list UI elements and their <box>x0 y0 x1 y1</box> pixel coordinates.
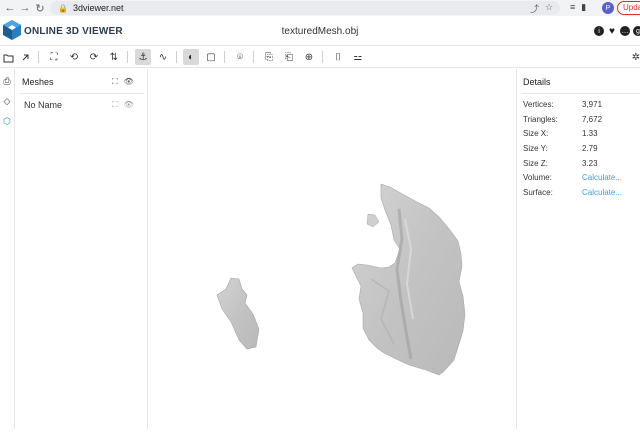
info-icon[interactable]: i <box>594 26 604 36</box>
reading-list-icon[interactable]: ≡ <box>570 2 575 13</box>
share-icon[interactable]: ⤴ <box>530 2 539 15</box>
detail-value: 7,672 <box>582 115 603 124</box>
swap-axis-icon[interactable]: ⇅ <box>106 49 122 65</box>
fit-mesh-icon[interactable]: ⛶ <box>112 100 118 110</box>
url-text: 3dviewer.net <box>72 3 124 13</box>
detail-row-size-z: Size Z: 3.23 <box>523 159 640 171</box>
flip-up-vector-icon[interactable]: ⟳ <box>86 49 102 65</box>
left-icon-strip: ⎙ ◇ ⬡ <box>0 69 15 429</box>
browser-toolbar: ← → ↻ 🔒 3dviewer.net ⤴ ☆ ≡ ▮ P Upda <box>0 0 640 16</box>
3d-viewport[interactable] <box>149 69 516 429</box>
mesh-list-item[interactable]: No Name ⛶ 👁 <box>24 100 144 112</box>
sidepanel-icon[interactable]: ▮ <box>581 2 586 13</box>
open-file-icon[interactable] <box>0 49 16 65</box>
mesh-fragment-chip <box>366 213 380 228</box>
detail-row-vertices: Vertices: 3,971 <box>523 100 640 112</box>
files-icon[interactable]: ⎙ <box>1 75 13 87</box>
lock-icon: 🔒 <box>58 3 68 13</box>
detail-key: Vertices: <box>523 100 554 109</box>
detail-row-volume: Volume: Calculate... <box>523 173 640 185</box>
perspective-camera-icon[interactable]: ◐ <box>183 49 199 65</box>
detail-key: Size Y: <box>523 144 548 153</box>
detail-value: 2.79 <box>582 144 598 153</box>
fixed-up-vector-icon[interactable]: ⚓ <box>135 49 151 65</box>
forward-icon[interactable]: → <box>17 0 33 16</box>
details-title: Details <box>523 77 551 87</box>
mesh-fragment-small <box>216 277 260 350</box>
settings-sliders-icon[interactable]: ⚍ <box>350 49 366 65</box>
reload-icon[interactable]: ↻ <box>32 0 48 16</box>
show-all-eye-icon[interactable]: 👁 <box>124 77 134 87</box>
heart-icon[interactable]: ♥ <box>607 26 617 37</box>
export-icon[interactable]: ⎘ <box>261 49 277 65</box>
detail-key: Size X: <box>523 129 549 138</box>
orthographic-camera-icon[interactable]: ▢ <box>203 49 219 65</box>
mesh-name: No Name <box>24 100 63 110</box>
meshes-cube-icon[interactable]: ⬡ <box>1 115 13 127</box>
meshes-title: Meshes <box>22 77 54 87</box>
fit-to-window-icon[interactable]: ⛶ <box>46 49 62 65</box>
detail-value: 3.23 <box>582 159 598 168</box>
detail-row-triangles: Triangles: 7,672 <box>523 115 640 127</box>
detail-key: Triangles: <box>523 115 558 124</box>
github-icon[interactable]: g <box>633 26 640 36</box>
main-toolbar: ⛶ ⟲ ⟳ ⇅ ⚓ ∿ ◐ ▢ ⌾ ⎘ ⎗ ⊕ ⌷ ⚍ ✲ <box>0 46 640 68</box>
free-orbit-icon[interactable]: ∿ <box>155 49 171 65</box>
snapshot-export-icon[interactable]: ⊕ <box>301 49 317 65</box>
mesh-render <box>216 183 466 376</box>
bookmark-star-icon[interactable]: ☆ <box>545 2 553 15</box>
detail-value: 1.33 <box>582 129 598 138</box>
detail-row-size-y: Size Y: 2.79 <box>523 144 640 156</box>
set-up-vector-icon[interactable]: ⟲ <box>66 49 82 65</box>
mesh-visibility-eye-icon[interactable]: 👁 <box>124 100 134 110</box>
gear-icon[interactable]: ✲ <box>628 49 640 65</box>
detail-value: 3,971 <box>582 100 603 109</box>
measure-icon[interactable]: ⌾ <box>232 49 248 65</box>
detail-key: Size Z: <box>523 159 548 168</box>
detail-key: Surface: <box>523 188 553 197</box>
details-panel: Details Vertices: 3,971 Triangles: 7,672… <box>516 69 640 429</box>
address-bar[interactable]: 🔒 3dviewer.net <box>50 1 560 15</box>
materials-icon[interactable]: ◇ <box>1 95 13 107</box>
app-header: ONLINE 3D VIEWER texturedMesh.obj i ♥ … … <box>0 16 640 46</box>
detail-row-surface: Surface: Calculate... <box>523 188 640 200</box>
share-model-icon[interactable]: ⎗ <box>281 49 297 65</box>
chat-icon[interactable]: … <box>620 26 630 36</box>
calculate-surface-link[interactable]: Calculate... <box>582 188 622 197</box>
detail-key: Volume: <box>523 173 552 182</box>
profile-avatar[interactable]: P <box>602 2 614 14</box>
file-title: texturedMesh.obj <box>281 26 359 37</box>
back-icon[interactable]: ← <box>2 0 18 16</box>
camera-snapshot-icon[interactable]: ⌷ <box>330 49 346 65</box>
update-button[interactable]: Upda <box>617 1 640 15</box>
open-url-icon[interactable] <box>17 49 33 65</box>
meshes-panel: Meshes ⛶ 👁 No Name ⛶ 👁 <box>16 69 148 429</box>
detail-row-size-x: Size X: 1.33 <box>523 129 640 141</box>
fit-all-meshes-icon[interactable]: ⛶ <box>112 77 118 87</box>
calculate-volume-link[interactable]: Calculate... <box>582 173 622 182</box>
